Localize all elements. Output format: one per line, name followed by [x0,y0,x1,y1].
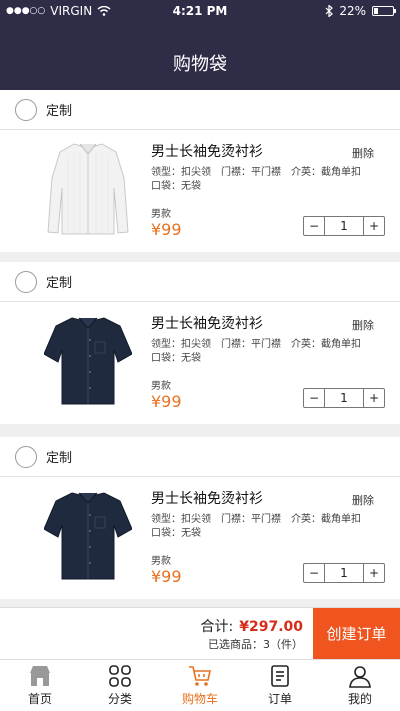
product-name: 男士长袖免烫衬衫 [151,316,263,332]
tab-profile[interactable]: 我的 [320,660,400,711]
delete-button[interactable]: 删除 [352,317,374,333]
tab-home[interactable]: 首页 [0,660,80,711]
cart-item: 定制 男士长袖免烫衬衫 删除 领型：扣尖领 门襟：平门襟 介英：截角单扣 口袋：… [0,437,400,599]
battery-percent: 22% [339,4,366,18]
group-label: 定制 [46,276,73,291]
status-bar: ●●●○○ VIRGIN 4:21 PM 22% [0,0,400,24]
checkout-bar: 合计: ¥297.00 已选商品：3（件） 创建订单 [0,607,400,660]
increase-button[interactable]: + [364,389,384,407]
battery-icon [372,6,396,16]
navy-shirt-image [44,317,132,405]
increase-button[interactable]: + [364,564,384,582]
item-group-header: 定制 [0,90,400,130]
delete-button[interactable]: 删除 [352,492,374,508]
product-price: ¥99 [151,392,182,411]
cart-icon [189,666,211,686]
battery-level [374,8,378,14]
group-label: 定制 [46,451,73,466]
total-label: 合计: [200,619,234,635]
select-radio[interactable] [15,445,37,468]
product-name: 男士长袖免烫衬衫 [151,144,263,160]
product-gender: 男款 [151,381,171,392]
tab-bar: 首页 分类 购物车 订单 我的 [0,659,400,711]
item-group-header: 定制 [0,262,400,302]
cart-item: 定制 男士长袖免烫衬衫 删除 领型：扣尖领 门襟：平门襟 介英：截角单扣 口袋：… [0,90,400,252]
product-price: ¥99 [151,567,182,586]
quantity-value[interactable]: 1 [324,389,364,407]
decrease-button[interactable]: − [304,564,324,582]
increase-button[interactable]: + [364,217,384,235]
total-line: 合计: ¥297.00 [201,616,303,636]
delete-button[interactable]: 删除 [352,145,374,161]
decrease-button[interactable]: − [304,389,324,407]
page-title: 购物袋 [173,54,227,75]
tab-cart[interactable]: 购物车 [160,660,240,711]
product-spec: 领型：扣尖领 门襟：平门襟 介英：截角单扣 口袋：无袋 [151,514,371,539]
tab-label: 首页 [27,692,52,706]
tab-label: 订单 [267,692,292,706]
order-icon [271,665,289,687]
total-amount: ¥297.00 [239,619,303,635]
navy-shirt-image [44,492,132,580]
quantity-stepper: − 1 + [303,563,385,583]
product-spec: 领型：扣尖领 门襟：平门襟 介英：截角单扣 口袋：无袋 [151,339,371,364]
tab-orders[interactable]: 订单 [240,660,320,711]
user-icon [349,666,371,688]
product-name: 男士长袖免烫衬衫 [151,491,263,507]
decrease-button[interactable]: − [304,217,324,235]
product-spec: 领型：扣尖领 门襟：平门襟 介英：截角单扣 口袋：无袋 [151,167,371,192]
grid-icon [109,665,131,687]
product-price: ¥99 [151,220,182,239]
cart-item: 定制 男士长袖免烫衬衫 删除 领型：扣尖领 门襟：平门襟 介英：截角单扣 口袋：… [0,262,400,424]
group-label: 定制 [46,104,73,119]
bluetooth-icon [325,5,334,17]
store-icon [30,666,50,686]
create-order-button[interactable]: 创建订单 [313,608,400,660]
tab-label: 购物车 [181,692,218,706]
select-radio[interactable] [15,270,37,293]
selected-count: 已选商品：3（件） [208,638,303,651]
product-gender: 男款 [151,209,171,220]
quantity-value[interactable]: 1 [324,564,364,582]
white-shirt-image [47,143,129,235]
tab-label: 分类 [107,692,132,706]
quantity-stepper: − 1 + [303,216,385,236]
select-radio[interactable] [15,98,37,121]
nav-bar: 购物袋 [0,24,400,90]
tab-category[interactable]: 分类 [80,660,160,711]
product-gender: 男款 [151,556,171,567]
quantity-value[interactable]: 1 [324,217,364,235]
tab-label: 我的 [347,692,372,706]
item-group-header: 定制 [0,437,400,477]
quantity-stepper: − 1 + [303,388,385,408]
